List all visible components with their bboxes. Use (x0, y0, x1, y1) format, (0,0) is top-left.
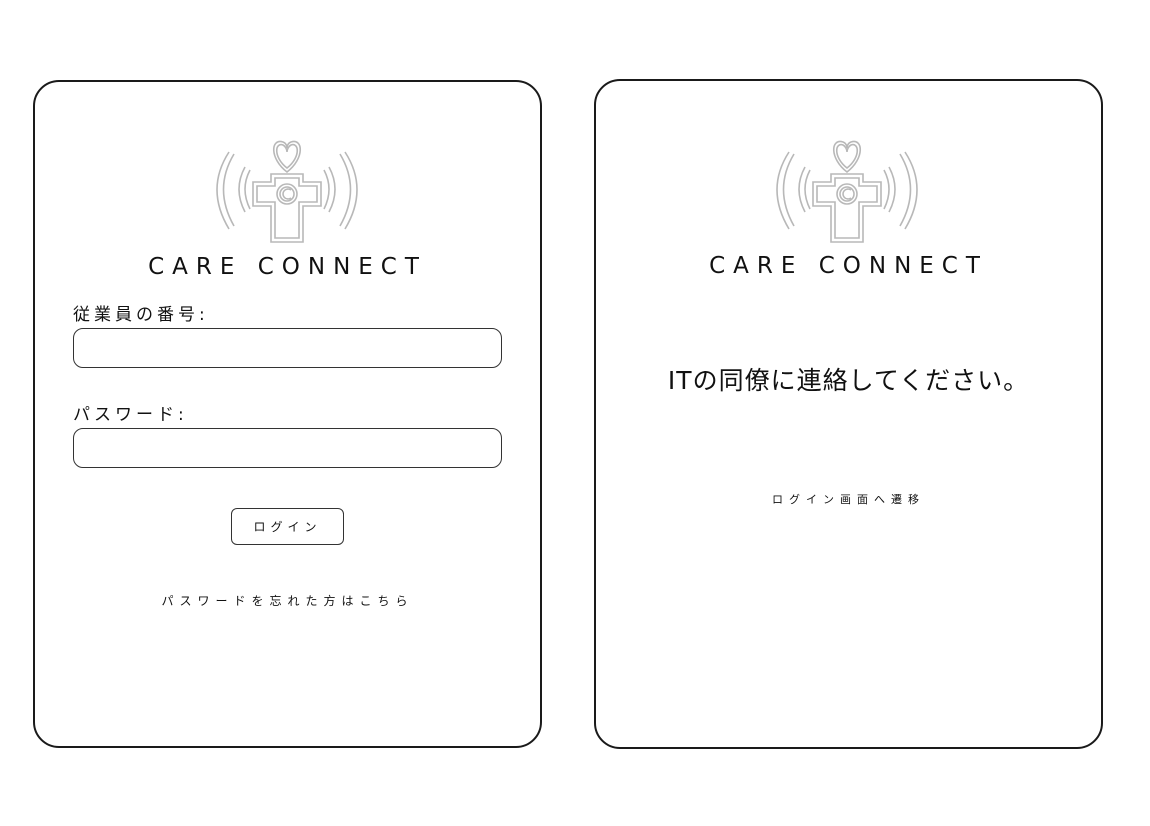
brand-title: CARE CONNECT (709, 253, 988, 279)
care-connect-logo-icon (216, 140, 358, 243)
login-card: CARE CONNECT 従業員の番号: パスワード: ログイン パスワードを忘… (33, 80, 542, 748)
care-connect-logo-icon (776, 140, 918, 243)
back-to-login-link[interactable]: ログイン画面へ遷移 (596, 491, 1101, 507)
contact-it-message: ITの同僚に連絡してください。 (667, 366, 1030, 395)
contact-it-card: CARE CONNECT ITの同僚に連絡してください。 ログイン画面へ遷移 (594, 79, 1103, 749)
employee-number-label: 従業員の番号: (73, 305, 209, 325)
login-button[interactable]: ログイン (231, 508, 344, 545)
brand-title: CARE CONNECT (148, 254, 427, 280)
employee-number-input[interactable] (73, 328, 502, 368)
forgot-password-link[interactable]: パスワードを忘れた方はこちら (35, 592, 540, 609)
password-input[interactable] (73, 428, 502, 468)
password-label: パスワード: (73, 405, 188, 425)
